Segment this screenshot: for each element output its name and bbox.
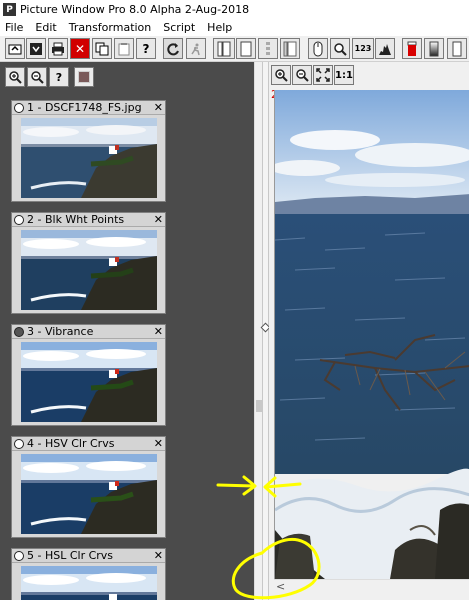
extra-icon[interactable]: [447, 38, 467, 59]
thumbnail-image[interactable]: [21, 342, 157, 422]
thumbnail-header: 5 - HSL Clr Crvs ✕: [12, 549, 165, 563]
menu-transformation[interactable]: Transformation: [63, 21, 158, 34]
view-zoom-out-icon[interactable]: [292, 65, 312, 85]
close-icon[interactable]: ✕: [154, 213, 163, 226]
main-toolbar: ✕ ? 123: [0, 36, 469, 62]
copy-icon[interactable]: [92, 38, 112, 59]
title-bar: P Picture Window Pro 8.0 Alpha 2-Aug-201…: [0, 0, 469, 19]
close-red-icon[interactable]: ✕: [70, 38, 90, 59]
mouse-icon[interactable]: [308, 38, 328, 59]
thumbnail-title: 5 - HSL Clr Crvs: [27, 549, 114, 562]
thumbnail-header: 3 - Vibrance ✕: [12, 325, 165, 339]
layout-list-icon[interactable]: [280, 38, 300, 59]
menu-edit[interactable]: Edit: [29, 21, 62, 34]
close-icon[interactable]: ✕: [154, 325, 163, 338]
strip-toolbar: ?: [5, 67, 94, 87]
thumbnail-header: 1 - DSCF1748_FS.jpg ✕: [12, 101, 165, 115]
image-horizontal-scrollbar[interactable]: <: [274, 579, 469, 593]
strip-help-button[interactable]: ?: [49, 67, 69, 87]
thumbnail-radio[interactable]: [14, 102, 24, 113]
image-view-panel: 1:1 24: [269, 62, 469, 600]
thumbnail-title: 4 - HSV Clr Crvs: [27, 437, 115, 450]
one-to-one-button[interactable]: 1:1: [334, 65, 354, 85]
thumbnail-header: 2 - Blk Wht Points ✕: [12, 213, 165, 227]
thumbnail-title: 1 - DSCF1748_FS.jpg: [27, 101, 142, 114]
close-icon[interactable]: ✕: [154, 101, 163, 114]
thumbnail-radio[interactable]: [14, 550, 24, 561]
layout-single-icon[interactable]: [213, 38, 235, 59]
numbers-icon[interactable]: 123: [352, 38, 374, 59]
view-zoom-in-icon[interactable]: [271, 65, 291, 85]
zoom-in-icon[interactable]: [5, 67, 25, 87]
zoom-out-icon[interactable]: [27, 67, 47, 87]
transform-icon[interactable]: [186, 38, 206, 59]
panel-splitter[interactable]: [260, 62, 271, 600]
thumbnail-image[interactable]: [21, 454, 157, 534]
save-icon[interactable]: [26, 38, 46, 59]
menu-bar: File Edit Transformation Script Help: [0, 19, 469, 36]
gray-channel-icon[interactable]: [424, 38, 444, 59]
histogram-icon[interactable]: [375, 38, 395, 59]
thumbnail-image[interactable]: [21, 118, 157, 198]
close-icon[interactable]: ✕: [154, 437, 163, 450]
thumbnail-scrollbar[interactable]: [254, 62, 262, 600]
app-icon: P: [3, 3, 16, 16]
window-title: Picture Window Pro 8.0 Alpha 2-Aug-2018: [20, 3, 250, 16]
layout-white-icon[interactable]: [236, 38, 256, 59]
color-swatch-icon[interactable]: [74, 67, 94, 87]
thumbnail-card[interactable]: 5 - HSL Clr Crvs ✕: [11, 548, 166, 600]
menu-help[interactable]: Help: [201, 21, 238, 34]
refresh-icon[interactable]: [163, 38, 183, 59]
thumbnail-card[interactable]: 3 - Vibrance ✕: [11, 324, 166, 426]
zoom-icon[interactable]: [330, 38, 350, 59]
thumbnail-header: 4 - HSV Clr Crvs ✕: [12, 437, 165, 451]
menu-file[interactable]: File: [0, 21, 29, 34]
open-icon[interactable]: [5, 38, 25, 59]
paste-icon[interactable]: [114, 38, 134, 59]
fit-to-window-icon[interactable]: [313, 65, 333, 85]
thumbnail-radio[interactable]: [14, 214, 24, 225]
thumbnail-panel: ? 1 - DSCF1748_FS.jpg ✕ 2 - Blk Wht Poin…: [0, 62, 262, 600]
print-icon[interactable]: [48, 38, 68, 59]
close-icon[interactable]: ✕: [154, 549, 163, 562]
scroll-left-icon[interactable]: <: [276, 580, 285, 593]
menu-script[interactable]: Script: [157, 21, 201, 34]
thumbnail-title: 3 - Vibrance: [27, 325, 94, 338]
thumbnail-card[interactable]: 4 - HSV Clr Crvs ✕: [11, 436, 166, 538]
help-icon[interactable]: ?: [136, 38, 156, 59]
main-image[interactable]: [274, 90, 469, 579]
thumbnail-radio[interactable]: [14, 438, 24, 449]
view-toolbar: 1:1: [271, 65, 354, 85]
thumbnail-image[interactable]: [21, 230, 157, 310]
thumbnail-radio[interactable]: [14, 326, 24, 337]
red-channel-icon[interactable]: [402, 38, 422, 59]
layout-split-icon[interactable]: [258, 38, 278, 59]
thumbnail-card[interactable]: 2 - Blk Wht Points ✕: [11, 212, 166, 314]
thumbnail-title: 2 - Blk Wht Points: [27, 213, 125, 226]
thumbnail-card[interactable]: 1 - DSCF1748_FS.jpg ✕: [11, 100, 166, 202]
thumbnail-image[interactable]: [21, 566, 157, 600]
